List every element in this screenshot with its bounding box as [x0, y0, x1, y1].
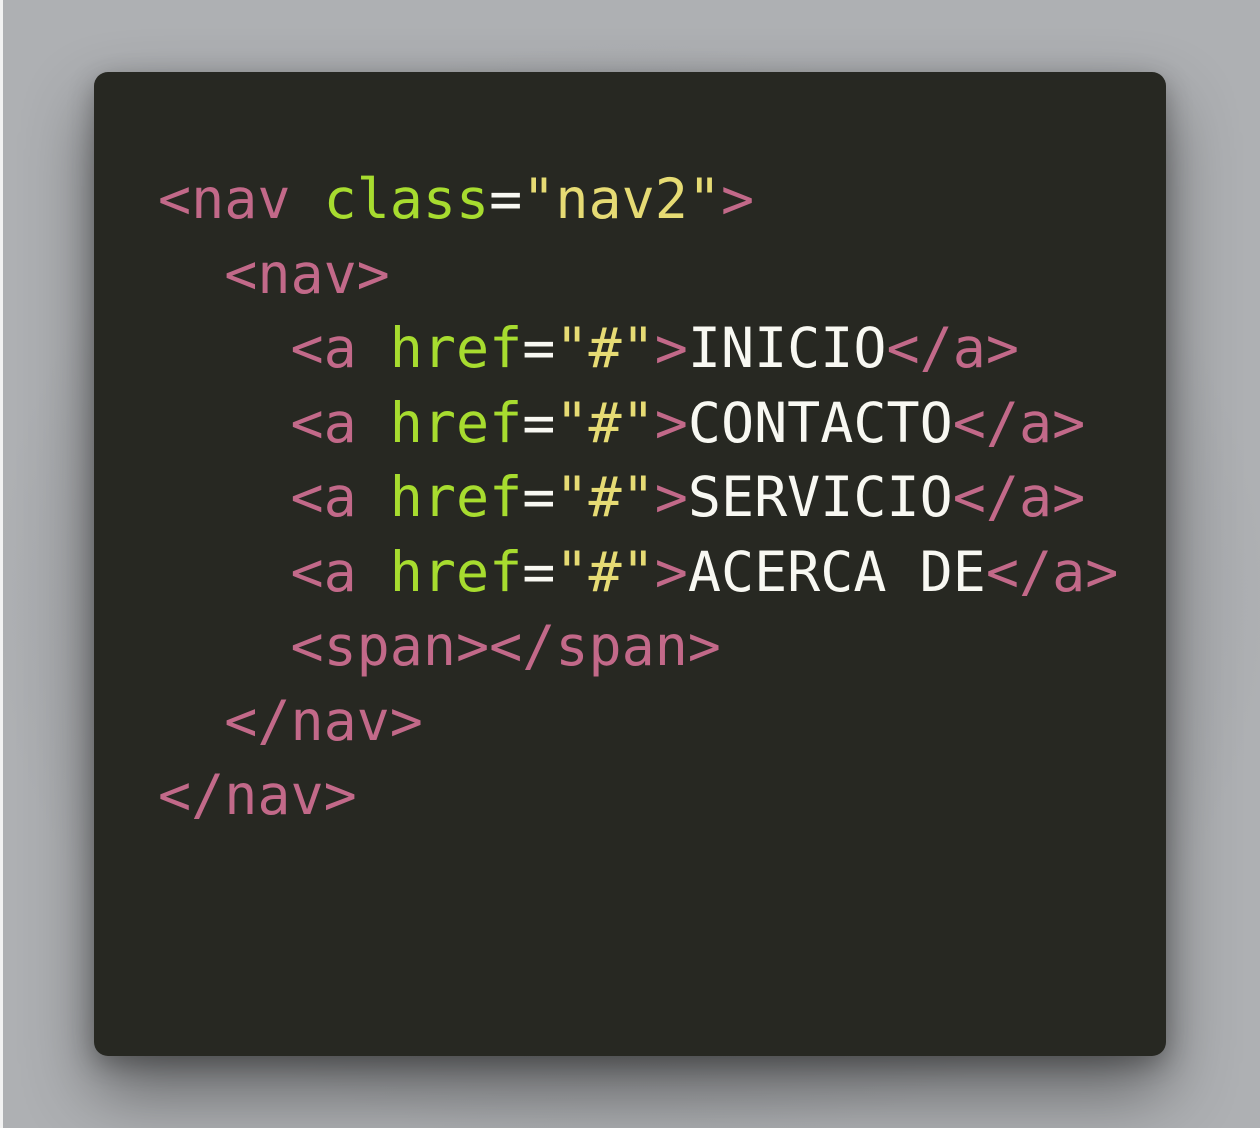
code-token-text: CONTACTO — [687, 390, 953, 455]
code-token-tag: > — [654, 465, 688, 529]
code-token-equals: = — [489, 167, 523, 231]
code-token-tag: <a — [290, 316, 390, 380]
code-token-equals: = — [522, 465, 556, 529]
code-token-attribute: href — [389, 465, 523, 529]
code-token-string: "#" — [555, 390, 655, 455]
code-token-tag: </a> — [985, 539, 1119, 604]
code-token-attribute: href — [389, 316, 523, 380]
code-token-tag: <nav> — [224, 241, 390, 306]
code-token-string: "#" — [555, 539, 655, 604]
code-token-tag: <a — [290, 539, 390, 604]
code-line-7: <span></span> — [158, 609, 1118, 684]
code-token-tag: > — [654, 316, 688, 380]
code-line-4: <a href="#">CONTACTO</a> — [158, 386, 1118, 461]
code-token-equals: = — [522, 539, 556, 604]
code-token-attribute: href — [389, 539, 523, 604]
code-token-string: "nav2" — [522, 167, 721, 231]
page-edge — [0, 0, 3, 1128]
code-block: <nav class="nav2"> <nav> <a href="#">INI… — [158, 162, 1118, 833]
code-line-6: <a href="#">ACERCA DE</a> — [158, 535, 1118, 610]
code-token-tag: <span></span> — [290, 614, 721, 678]
code-token-text: ACERCA DE — [687, 539, 986, 604]
code-token-tag: </a> — [952, 390, 1086, 455]
code-token-tag: </a> — [952, 465, 1086, 529]
code-token-text: INICIO — [687, 316, 887, 380]
code-line-8: </nav> — [158, 684, 1118, 759]
code-token-tag: </nav> — [158, 763, 357, 827]
code-line-2: <nav> — [158, 237, 1118, 312]
code-token-text: SERVICIO — [687, 465, 953, 529]
code-token-string: "#" — [555, 465, 655, 529]
code-line-5: <a href="#">SERVICIO</a> — [158, 460, 1118, 535]
code-token-tag: > — [654, 539, 688, 604]
code-token-equals: = — [522, 390, 556, 455]
code-line-9: </nav> — [158, 758, 1118, 833]
code-token-tag: </a> — [886, 316, 1019, 380]
code-token-tag: <a — [290, 465, 390, 529]
code-token-tag: <nav — [158, 167, 324, 231]
code-token-tag: <a — [290, 390, 390, 455]
code-token-tag: </nav> — [224, 688, 423, 753]
code-token-tag: > — [720, 167, 755, 231]
code-token-attribute: href — [389, 390, 523, 455]
code-token-equals: = — [522, 316, 556, 380]
code-token-attribute: class — [323, 167, 490, 231]
code-line-1: <nav class="nav2"> — [158, 162, 1118, 237]
code-token-tag: > — [654, 390, 688, 455]
code-token-string: "#" — [555, 316, 655, 380]
code-line-3: <a href="#">INICIO</a> — [158, 311, 1118, 386]
code-snippet-window: <nav class="nav2"> <nav> <a href="#">INI… — [94, 72, 1166, 1056]
